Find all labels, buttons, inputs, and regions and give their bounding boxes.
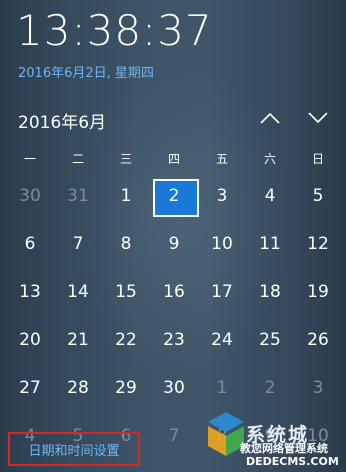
calendar-day[interactable]: 17 (198, 268, 246, 316)
calendar-day-number: 15 (115, 282, 137, 302)
weekday-label: 六 (263, 152, 276, 166)
calendar-day[interactable]: 30 (6, 172, 54, 220)
calendar-day-number: 25 (259, 330, 281, 350)
weekday-label: 二 (71, 152, 84, 166)
calendar-day-number: 10 (211, 234, 233, 254)
calendar-day-number: 12 (307, 234, 329, 254)
calendar-day-number: 2 (168, 186, 180, 206)
calendar-day[interactable]: 18 (246, 268, 294, 316)
calendar-day[interactable]: 14 (54, 268, 102, 316)
weekday-header: 一 二 三 四 五 六 日 (6, 150, 342, 167)
calendar-day-number: 31 (67, 186, 89, 206)
previous-month-button[interactable] (256, 104, 284, 132)
calendar-day-number: 16 (163, 282, 185, 302)
weekday-label: 五 (215, 152, 228, 166)
calendar-day-number: 4 (264, 186, 276, 206)
calendar-day[interactable]: 21 (54, 316, 102, 364)
calendar-day[interactable]: 19 (294, 268, 342, 316)
calendar-day[interactable]: 28 (54, 364, 102, 412)
calendar-day[interactable]: 25 (246, 316, 294, 364)
calendar-day[interactable]: 30 (150, 364, 198, 412)
calendar-day[interactable]: 12 (294, 220, 342, 268)
settings-link-label: 日期和时间设置 (28, 443, 120, 459)
calendar-day[interactable]: 24 (198, 316, 246, 364)
calendar-day-number: 18 (259, 282, 281, 302)
calendar-day[interactable]: 27 (6, 364, 54, 412)
calendar-day[interactable]: 5 (294, 172, 342, 220)
calendar-day[interactable]: 3 (294, 364, 342, 412)
calendar-day-number: 17 (211, 282, 233, 302)
calendar-day-grid: 30 31 1 2 3 4 5 6 7 8 9 10 11 12 13 14 15 16 17 18 19 20 21 22 2… (6, 172, 342, 460)
weekday-label: 四 (167, 152, 180, 166)
calendar-day[interactable]: 20 (6, 316, 54, 364)
calendar-day-number: 22 (115, 330, 137, 350)
calendar-day[interactable]: 29 (102, 364, 150, 412)
calendar-day[interactable]: 23 (150, 316, 198, 364)
calendar-day-number: 21 (67, 330, 89, 350)
calendar-day[interactable]: 2 (246, 364, 294, 412)
watermark-url: DEDECMS.COM (246, 455, 339, 468)
full-date-link[interactable]: 2016年6月2日, 星期四 (18, 62, 154, 81)
calendar-day[interactable]: 22 (102, 316, 150, 364)
calendar-day[interactable]: 31 (54, 172, 102, 220)
calendar-day-number: 26 (307, 330, 329, 350)
calendar-day[interactable]: 8 (102, 220, 150, 268)
calendar-day-number: 19 (307, 282, 329, 302)
calendar-day-number: 13 (19, 282, 41, 302)
calendar-day[interactable]: 4 (246, 172, 294, 220)
calendar-day-today[interactable]: 2 (150, 172, 199, 220)
calendar-day[interactable]: 16 (150, 268, 198, 316)
calendar-day-number: 2 (264, 378, 276, 398)
chevron-up-icon (260, 112, 280, 124)
calendar-day-number: 6 (24, 234, 36, 254)
calendar-day-number: 3 (216, 186, 228, 206)
calendar-day-number: 14 (67, 282, 89, 302)
calendar-day[interactable]: 13 (6, 268, 54, 316)
calendar-day-number: 5 (312, 186, 324, 206)
calendar-day-number: 8 (120, 234, 132, 254)
calendar-day-number: 1 (120, 186, 132, 206)
chevron-down-icon (308, 112, 328, 124)
calendar-day-number: 27 (19, 378, 41, 398)
calendar-day[interactable]: 26 (294, 316, 342, 364)
calendar-day-number: 11 (259, 234, 281, 254)
weekday-label: 一 (23, 152, 36, 166)
clock-time: 13:38:37 (16, 6, 213, 55)
month-label[interactable]: 2016年6月 (18, 108, 106, 133)
calendar-day[interactable]: 9 (150, 220, 198, 268)
calendar-day-number: 24 (211, 330, 233, 350)
calendar-day-number: 30 (163, 378, 185, 398)
date-time-settings-link[interactable]: 日期和时间设置 (8, 432, 140, 466)
next-month-button[interactable] (304, 104, 332, 132)
calendar-day[interactable]: 3 (198, 172, 246, 220)
calendar-day[interactable]: 1 (102, 172, 150, 220)
calendar-day-number: 28 (67, 378, 89, 398)
calendar-day-number: 9 (168, 234, 180, 254)
calendar-day-number: 8 (216, 426, 228, 446)
calendar-day[interactable]: 15 (102, 268, 150, 316)
calendar-day-number: 3 (312, 378, 324, 398)
calendar-day-number: 7 (72, 234, 84, 254)
calendar-day-number: 20 (19, 330, 41, 350)
calendar-day[interactable]: 10 (198, 220, 246, 268)
calendar-day-number: 30 (19, 186, 41, 206)
watermark-subtitle: 教您网络管理系统 (240, 442, 328, 455)
calendar-day[interactable]: 11 (246, 220, 294, 268)
calendar-day[interactable]: 8 (198, 412, 246, 460)
calendar-day-number: 7 (168, 426, 180, 446)
weekday-label: 三 (119, 152, 132, 166)
calendar-day[interactable]: 6 (6, 220, 54, 268)
calendar-day-number: 23 (163, 330, 185, 350)
calendar-day-number: 1 (216, 378, 228, 398)
calendar-day-number: 29 (115, 378, 137, 398)
calendar-day[interactable]: 7 (54, 220, 102, 268)
calendar-day[interactable]: 7 (150, 412, 198, 460)
weekday-label: 日 (311, 152, 324, 166)
calendar-day[interactable]: 1 (198, 364, 246, 412)
